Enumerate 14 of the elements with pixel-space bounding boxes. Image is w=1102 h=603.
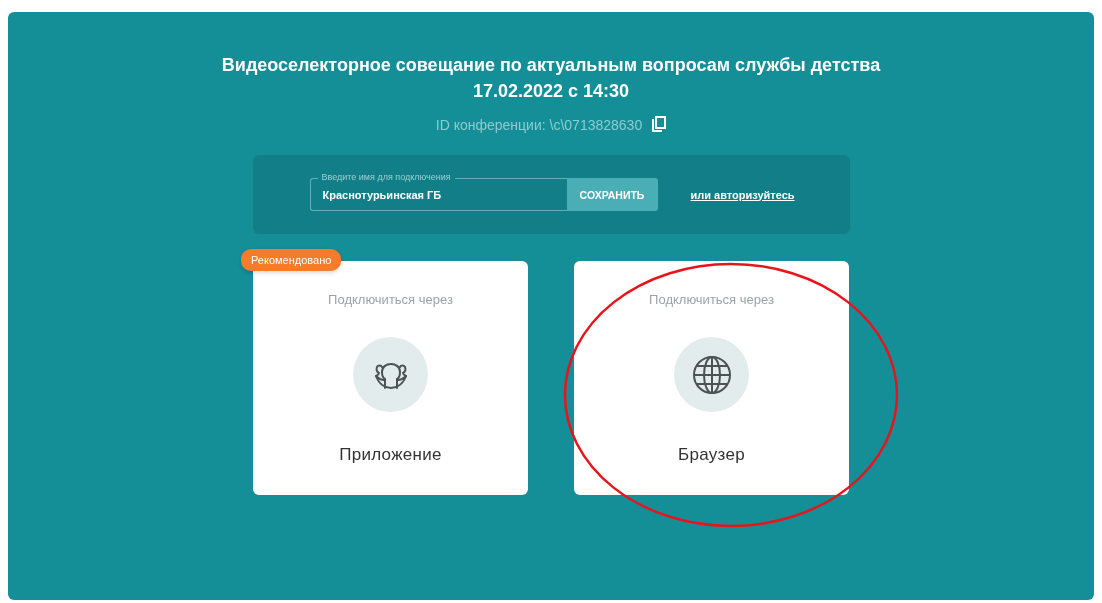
card-caption: Подключиться через <box>328 292 453 307</box>
login-link[interactable]: или авторизуйтесь <box>690 188 795 201</box>
browser-option-card[interactable]: Подключиться через Браузер <box>574 261 849 495</box>
globe-icon <box>691 354 732 395</box>
conference-title: Видеоселекторное совещание по актуальным вопросам службы детства <box>221 54 881 77</box>
recommended-badge: Рекомендовано <box>241 249 342 271</box>
conference-date: 17.02.2022 с 14:30 <box>472 80 630 103</box>
field-label: Введите имя для подключения <box>317 171 455 183</box>
card-title: Браузер <box>678 445 745 465</box>
save-button[interactable]: СОХРАНИТЬ <box>566 178 658 211</box>
card-title: Приложение <box>339 445 442 465</box>
copy-icon[interactable] <box>652 116 667 133</box>
conference-id: ID конференции: \c\0713828630 <box>435 116 643 133</box>
card-caption: Подключиться через <box>649 292 774 307</box>
